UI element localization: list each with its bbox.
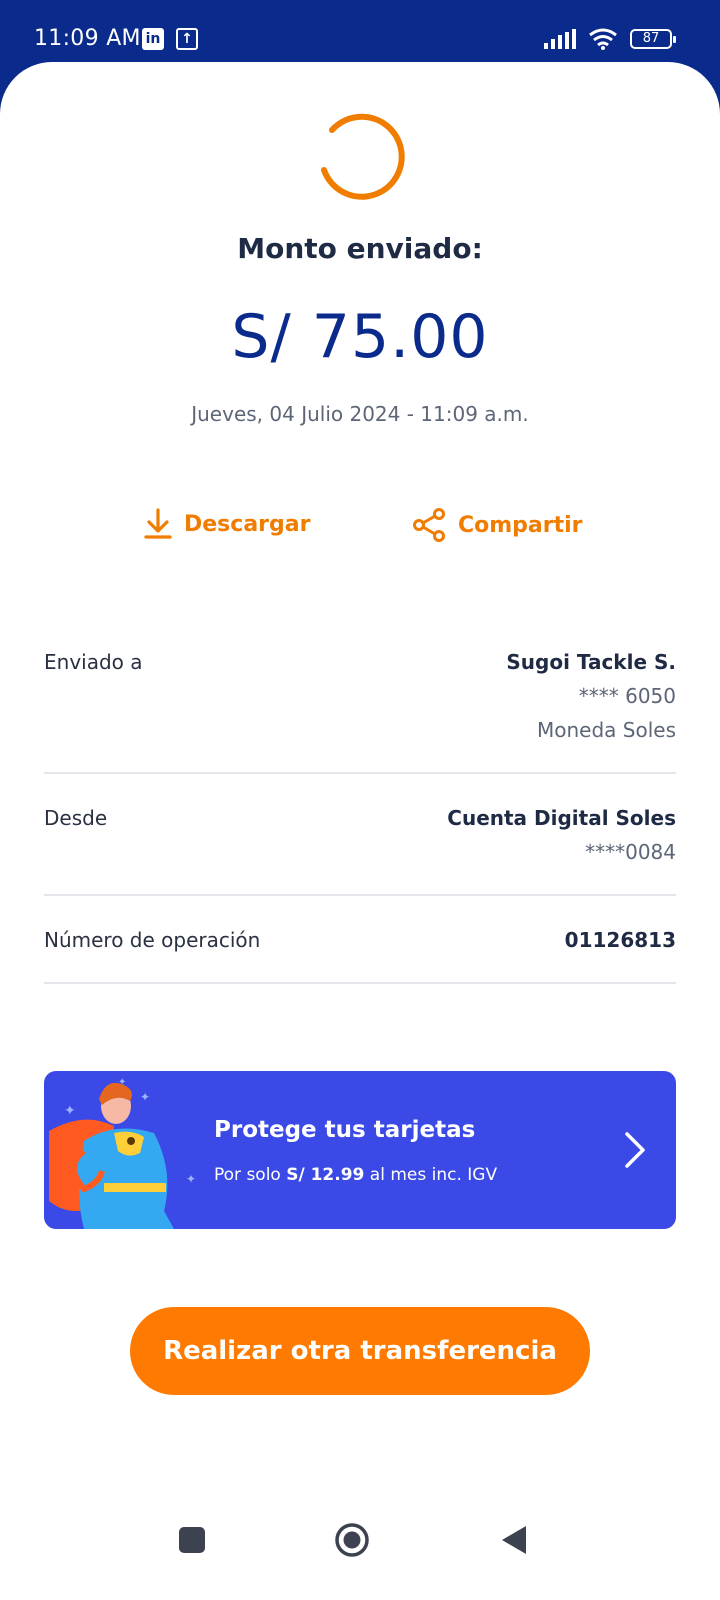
back-button[interactable] — [500, 1524, 528, 1556]
recipient-account: **** 6050 — [578, 684, 676, 708]
divider — [44, 982, 676, 984]
new-transfer-button[interactable]: Realizar otra transferencia — [130, 1307, 590, 1395]
source-account-name: Cuenta Digital Soles — [447, 806, 676, 830]
linkedin-icon: in — [142, 28, 164, 50]
sent-to-label: Enviado a — [44, 650, 143, 674]
promo-sub-suffix: al mes inc. IGV — [369, 1165, 498, 1185]
page-title: Monto enviado: — [237, 232, 483, 265]
system-nav-bar — [0, 1500, 720, 1600]
amount-sent: S/ 75.00 — [231, 302, 489, 372]
superhero-illustration: ✦ ✦ ✦ ✦ — [49, 1077, 196, 1229]
chevron-right-icon — [625, 1132, 645, 1168]
share-icon — [413, 508, 445, 542]
source-account-number: ****0084 — [585, 840, 676, 864]
battery-level: 87 — [642, 31, 660, 46]
status-time: 11:09 AM — [34, 26, 141, 51]
recipient-name: Sugoi Tackle S. — [506, 650, 676, 674]
operation-number: 01126813 — [564, 928, 676, 952]
promo-price: S/ 12.99 — [286, 1165, 365, 1185]
promo-subtitle: Por solo S/ 12.99 al mes inc. IGV — [214, 1165, 497, 1185]
promo-sub-prefix: Por solo — [214, 1165, 281, 1185]
share-button[interactable]: Compartir — [412, 508, 583, 542]
divider — [44, 894, 676, 896]
share-label: Compartir — [458, 512, 583, 538]
recipient-currency: Moneda Soles — [537, 718, 676, 742]
upload-icon: ↑ — [176, 28, 198, 50]
home-button[interactable] — [334, 1522, 370, 1558]
promo-title: Protege tus tarjetas — [214, 1117, 476, 1143]
svg-text:✦: ✦ — [64, 1103, 76, 1119]
from-label: Desde — [44, 806, 108, 830]
recents-button[interactable] — [178, 1526, 206, 1554]
divider — [44, 772, 676, 774]
svg-text:✦: ✦ — [186, 1172, 196, 1186]
card-protection-banner[interactable]: ✦ ✦ ✦ ✦ Protege tus tarjetas Por solo S/… — [44, 1071, 676, 1229]
svg-text:✦: ✦ — [140, 1090, 150, 1104]
loading-spinner-icon — [321, 113, 405, 200]
receipt-sheet: Monto enviado: S/ 75.00 Jueves, 04 Julio… — [0, 62, 720, 1600]
operation-label: Número de operación — [44, 928, 261, 952]
svg-text:✦: ✦ — [118, 1077, 126, 1088]
battery-icon: 87 — [630, 29, 676, 49]
wifi-icon — [589, 28, 617, 50]
download-icon — [144, 508, 172, 539]
transaction-datetime: Jueves, 04 Julio 2024 - 11:09 a.m. — [191, 402, 529, 426]
download-label: Descargar — [184, 511, 311, 537]
download-button[interactable]: Descargar — [144, 508, 310, 540]
signal-icon — [544, 29, 576, 49]
